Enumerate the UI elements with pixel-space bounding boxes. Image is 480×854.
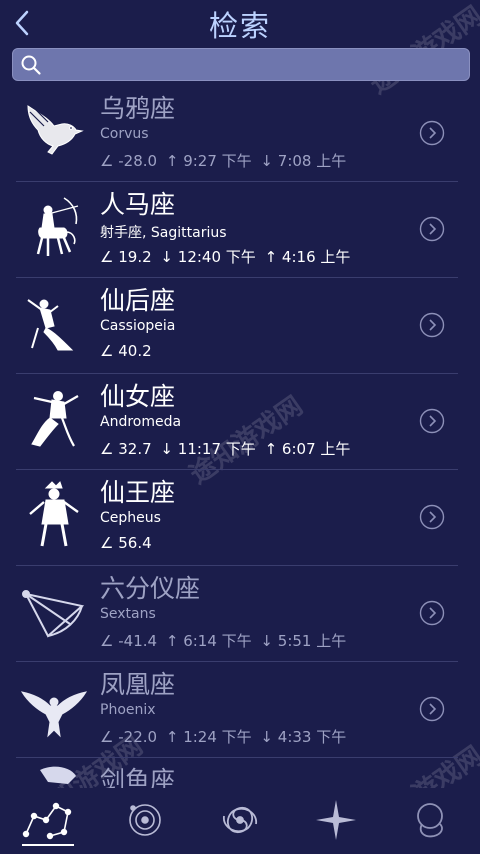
search-input[interactable]	[51, 49, 465, 82]
tab-constellations[interactable]	[20, 794, 76, 844]
constellation-stats: ∠ 19.2 ↓ 12:40 下午 ↑ 4:16 上午	[100, 248, 351, 266]
list-item[interactable]: 凤凰座 Phoenix ∠ -22.0 ↑ 1:24 下午 ↓ 4:33 下午	[0, 662, 480, 758]
angle-icon: ∠	[100, 632, 114, 650]
constellation-name: 剑鱼座	[100, 766, 176, 788]
constellation-latin-name: Phoenix	[100, 702, 156, 718]
constellation-latin-name: Cepheus	[100, 510, 161, 526]
set-arrow-icon: ↓	[260, 152, 273, 170]
list-item[interactable]: 仙女座 Andromeda ∠ 32.7 ↓ 11:17 下午 ↑ 6:07 上…	[0, 374, 480, 470]
list-item[interactable]: 仙后座 Cassiopeia ∠ 40.2	[0, 278, 480, 374]
galaxy-tab-icon	[223, 807, 257, 833]
phoenix-bird-icon	[20, 691, 88, 738]
cassiopeia-queen-icon	[27, 299, 74, 351]
constellation-latin-name: 射手座, Sagittarius	[100, 225, 227, 241]
constellation-name: 仙后座	[100, 286, 176, 315]
constellation-name: 乌鸦座	[100, 94, 176, 123]
constellation-name: 仙女座	[100, 382, 176, 411]
chevron-right-circle-icon[interactable]	[419, 504, 445, 530]
header: 检索	[0, 0, 480, 46]
chevron-right-circle-icon[interactable]	[419, 216, 445, 242]
page-title: 检索	[208, 9, 271, 43]
angle-icon: ∠	[100, 728, 114, 746]
chevron-right-circle-icon[interactable]	[419, 600, 445, 626]
chevron-right-circle-icon[interactable]	[419, 312, 445, 338]
set-arrow-icon: ↓	[260, 728, 273, 746]
tab-stars[interactable]	[308, 794, 364, 844]
tab-planets[interactable]	[117, 794, 173, 844]
planets-tab-icon	[129, 804, 161, 836]
set-arrow-icon: ↓	[160, 440, 173, 458]
constellation-stats: ∠ 40.2	[100, 342, 152, 360]
constellations-tab-icon	[22, 802, 72, 840]
constellation-stats: ∠ -28.0 ↑ 9:27 下午 ↓ 7:08 上午	[100, 152, 347, 170]
set-arrow-icon: ↓	[160, 248, 173, 266]
sagittarius-archer-icon	[36, 197, 79, 256]
list-item[interactable]: 仙王座 Cepheus ∠ 56.4	[0, 470, 480, 566]
list-item[interactable]: 人马座 射手座, Sagittarius ∠ 19.2 ↓ 12:40 下午 ↑…	[0, 182, 480, 278]
constellation-name: 仙王座	[100, 478, 176, 507]
angle-icon: ∠	[100, 440, 114, 458]
andromeda-maiden-icon	[31, 391, 79, 447]
chevron-right-circle-icon[interactable]	[419, 696, 445, 722]
list-item[interactable]: 乌鸦座 Corvus ∠ -28.0 ↑ 9:27 下午 ↓ 7:08 上午	[0, 86, 480, 182]
angle-icon: ∠	[100, 534, 114, 552]
search-icon	[21, 55, 41, 75]
rise-arrow-icon: ↑	[264, 248, 278, 266]
dorado-fish-icon	[40, 766, 76, 784]
rise-arrow-icon: ↑	[165, 728, 179, 746]
angle-icon: ∠	[100, 342, 114, 360]
constellation-stats: ∠ 56.4	[100, 534, 152, 552]
constellation-latin-name: Corvus	[100, 126, 149, 142]
rise-arrow-icon: ↑	[264, 440, 278, 458]
set-arrow-icon: ↓	[260, 632, 273, 650]
constellation-stats: ∠ -22.0 ↑ 1:24 下午 ↓ 4:33 下午	[100, 728, 347, 746]
constellation-name: 凤凰座	[100, 670, 176, 699]
cepheus-king-icon	[29, 481, 79, 547]
search-bar[interactable]	[12, 48, 470, 82]
tab-more[interactable]	[404, 794, 460, 844]
chevron-right-circle-icon[interactable]	[419, 408, 445, 434]
list-item[interactable]: 六分仪座 Sextans ∠ -41.4 ↑ 6:14 下午 ↓ 5:51 上午	[0, 566, 480, 662]
chevron-right-circle-icon[interactable]	[419, 120, 445, 146]
constellation-latin-name: Sextans	[100, 606, 156, 622]
constellation-stats: ∠ 32.7 ↓ 11:17 下午 ↑ 6:07 上午	[100, 440, 351, 458]
rise-arrow-icon: ↑	[165, 632, 179, 650]
corvus-crow-icon	[27, 105, 84, 155]
constellation-name: 人马座	[100, 190, 176, 219]
tab-bar	[0, 788, 480, 854]
constellation-latin-name: Cassiopeia	[100, 318, 176, 334]
angle-icon: ∠	[100, 152, 114, 170]
constellation-name: 六分仪座	[100, 574, 201, 603]
more-tab-icon	[417, 803, 443, 838]
rise-arrow-icon: ↑	[165, 152, 179, 170]
angle-icon: ∠	[100, 248, 114, 266]
constellation-latin-name: Andromeda	[100, 414, 182, 430]
sextans-sextant-icon	[22, 590, 85, 638]
stars-tab-icon	[316, 800, 356, 840]
list-item[interactable]: 剑鱼座	[0, 758, 480, 788]
tab-galaxy[interactable]	[212, 794, 268, 844]
active-tab-indicator	[22, 844, 74, 846]
constellation-stats: ∠ -41.4 ↑ 6:14 下午 ↓ 5:51 上午	[100, 632, 347, 650]
